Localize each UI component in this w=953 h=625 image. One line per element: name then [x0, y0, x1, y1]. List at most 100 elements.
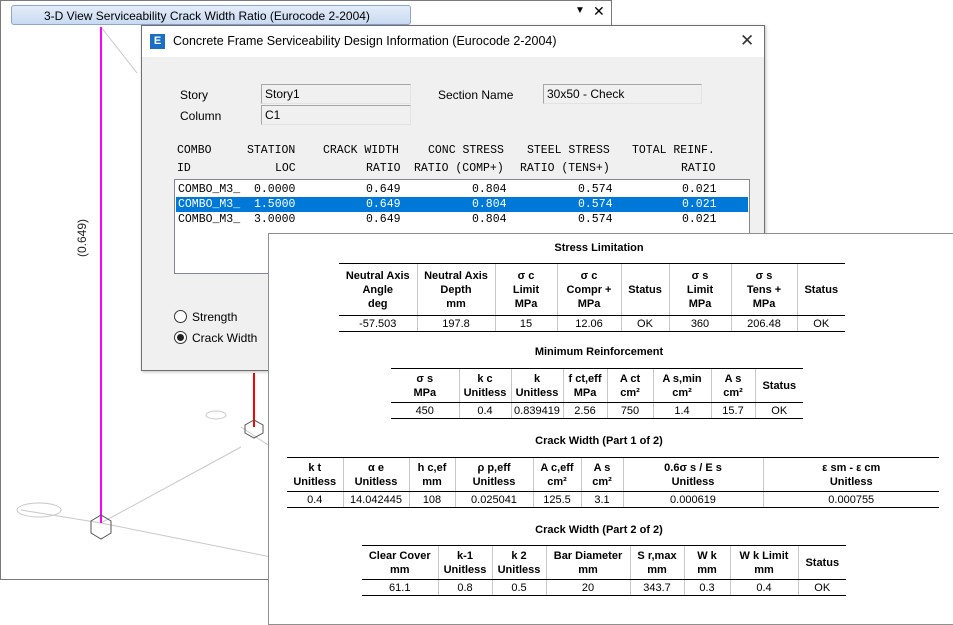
- header-line: cm²: [723, 386, 743, 399]
- steel-ratio: 0.574: [578, 213, 613, 226]
- column-header: Status: [754, 368, 803, 403]
- header-line: k c: [477, 372, 493, 385]
- header-line: Status: [628, 283, 662, 296]
- value-cell: 360: [668, 315, 731, 332]
- header-line: Unitless: [472, 475, 516, 488]
- story-field: Story1: [261, 84, 411, 104]
- header-line: Depth: [440, 283, 472, 296]
- column-header: k c Unitless: [458, 368, 511, 403]
- app-icon: E: [150, 34, 165, 49]
- header-line: Unitless: [354, 475, 398, 488]
- crack-ratio: 0.649: [366, 183, 401, 196]
- strength-radio[interactable]: [174, 310, 187, 323]
- view3d-close-icon[interactable]: ✕: [593, 3, 605, 20]
- combo-id: COMBO_M3_: [178, 213, 241, 226]
- header-line: Angle: [362, 283, 394, 296]
- column-header: Clear Cover mm: [362, 545, 438, 580]
- crack-width-radio-label[interactable]: Crack Width: [192, 331, 257, 345]
- header-line: Status: [762, 379, 797, 392]
- header-line: ε sm - ε cm: [822, 461, 881, 474]
- grid-line: [100, 522, 272, 558]
- view3d-tab[interactable]: 3-D View Serviceability Crack Width Rati…: [11, 5, 411, 25]
- header-line: MPa: [514, 297, 538, 310]
- column-header: ε sm - ε cm Unitless: [762, 457, 939, 492]
- header-steel-1: STEEL STRESS: [527, 144, 610, 157]
- header-line: cm²: [620, 386, 640, 399]
- header-line: mm: [754, 563, 774, 576]
- stress-limitation-table: Neutral Axis Angle deg Neutral Axis Depth mm σ…: [339, 263, 845, 332]
- dialog-titlebar[interactable]: E Concrete Frame Serviceability Design I…: [142, 26, 764, 57]
- header-line: σ s: [691, 269, 709, 282]
- combo-row-selected[interactable]: COMBO_M3_ 1.5000 0.649 0.804 0.574 0.021: [176, 197, 748, 212]
- column-label: Column: [180, 109, 222, 123]
- header-line: Compr +: [566, 283, 612, 296]
- header-line: σ c: [580, 269, 598, 282]
- header-line: W k: [697, 549, 717, 562]
- header-line: 0.6σ s / E s: [664, 461, 722, 474]
- column-header: A ct cm²: [606, 368, 653, 403]
- column-header: A s cm²: [710, 368, 755, 403]
- header-reinf-1: TOTAL REINF.: [632, 144, 715, 157]
- header-steel-2: RATIO (TENS+): [520, 162, 610, 175]
- dialog-close-icon[interactable]: ✕: [740, 31, 754, 51]
- header-line: mm: [647, 563, 667, 576]
- value-cell: 0.000755: [762, 491, 939, 508]
- column-header: Neutral Axis Angle deg: [339, 263, 417, 316]
- column-header: W k Limit mm: [729, 545, 798, 580]
- combo-row[interactable]: COMBO_M3_ 0.0000 0.649 0.804 0.574 0.021: [176, 182, 748, 197]
- header-line: h c,ef: [417, 461, 447, 474]
- value-cell: 206.48: [730, 315, 797, 332]
- column-header: A s cm²: [580, 457, 623, 492]
- header-line: α e: [368, 461, 384, 474]
- header-crack-1: CRACK WIDTH: [323, 144, 399, 157]
- stress-limitation-title: Stress Limitation: [554, 242, 644, 254]
- header-combo-1: COMBO: [177, 144, 212, 157]
- column-header: k Unitless: [510, 368, 563, 403]
- value-cell: 0.025041: [454, 491, 533, 508]
- header-line: A s: [724, 372, 742, 385]
- header-line: cm²: [547, 475, 567, 488]
- header-line: mm: [389, 563, 410, 576]
- view3d-menu-icon[interactable]: ▼: [575, 5, 585, 16]
- header-combo-2: ID: [177, 162, 191, 175]
- column-header: Bar Diameter mm: [545, 545, 630, 580]
- crack-width-radio[interactable]: [174, 331, 187, 344]
- value-cell: 108: [408, 491, 455, 508]
- header-line: cm²: [672, 386, 692, 399]
- header-line: cm²: [592, 475, 612, 488]
- column-header: Status: [796, 263, 845, 316]
- value-cell: 0.4: [729, 579, 798, 596]
- header-line: MPa: [577, 297, 601, 310]
- header-line: Tens +: [746, 283, 782, 296]
- column-header: f ct,eff MPa: [562, 368, 607, 403]
- steel-ratio: 0.574: [578, 183, 613, 196]
- column-header: σ s Limit MPa: [668, 263, 731, 316]
- strength-radio-label[interactable]: Strength: [192, 310, 237, 324]
- report-panel: Stress Limitation Neutral Axis Angle deg Ne…: [268, 233, 953, 625]
- column-header: W k mm: [683, 545, 730, 580]
- header-line: W k Limit: [739, 549, 789, 562]
- value-cell: 3.1: [580, 491, 623, 508]
- header-line: f ct,eff: [568, 372, 602, 385]
- header-line: Unitless: [293, 475, 337, 488]
- value-cell: 0.4: [287, 491, 343, 508]
- crack-ratio: 0.649: [366, 198, 401, 211]
- value-cell: 197.8: [416, 315, 495, 332]
- column-header: α e Unitless: [342, 457, 409, 492]
- column-header: σ s MPa: [391, 368, 459, 403]
- station-loc: 3.0000: [254, 213, 296, 226]
- header-line: ρ p,eff: [477, 461, 511, 474]
- value-cell: OK: [620, 315, 669, 332]
- header-station-1: STATION: [247, 144, 296, 157]
- crack-width-part2-title: Crack Width (Part 2 of 2): [535, 524, 663, 536]
- combo-row[interactable]: COMBO_M3_ 3.0000 0.649 0.804 0.574 0.021: [176, 212, 748, 227]
- header-line: mm: [422, 475, 442, 488]
- header-line: Status: [805, 556, 840, 569]
- header-line: Clear Cover: [368, 549, 431, 562]
- value-cell: OK: [754, 402, 803, 419]
- station-loc: 0.0000: [254, 183, 296, 196]
- min-reinforcement-table: σ s MPa k c Unitless k Unitless f ct,eff MPa A c…: [391, 368, 803, 419]
- header-line: Unitless: [443, 563, 487, 576]
- section-name-field: 30x50 - Check: [543, 84, 702, 104]
- column-header: S r,max mm: [629, 545, 684, 580]
